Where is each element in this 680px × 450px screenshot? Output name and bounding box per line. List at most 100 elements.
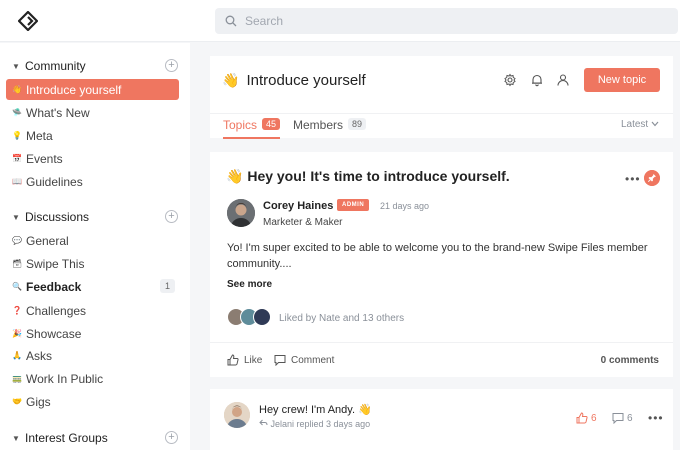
channel-emoji-icon: 🚃	[12, 374, 22, 383]
comments-count[interactable]: 0 comments	[601, 355, 659, 366]
channel-emoji-icon: 🎉	[12, 329, 22, 338]
sidebar-item-label: Showcase	[26, 326, 82, 341]
sidebar-item-asks[interactable]: 🙏 Asks	[6, 345, 179, 366]
sidebar-item-label: Meta	[26, 128, 53, 143]
comment-label: Comment	[291, 354, 335, 366]
more-options-icon[interactable]: •••	[648, 411, 664, 425]
post-list-item[interactable]: Hey crew! I'm Andy. 👋 Jelani replied 3 d…	[210, 389, 673, 450]
post-body: Yo! I'm super excited to be able to welc…	[227, 242, 648, 270]
sidebar-group-label: Community	[25, 59, 86, 73]
channel-emoji-icon: 🙏	[12, 351, 22, 360]
sort-label: Latest	[620, 119, 649, 130]
tab-bar: Topics 45 Members 89 Latest	[210, 113, 673, 139]
channel-emoji-icon: 🛸	[12, 108, 22, 117]
sidebar-item-events[interactable]: 📅 Events	[6, 148, 179, 169]
new-topic-button[interactable]: New topic	[584, 68, 660, 92]
sort-dropdown[interactable]: Latest	[621, 119, 659, 130]
channel-emoji-icon: 🤝	[12, 397, 22, 406]
sidebar-item-introduce-yourself[interactable]: 👋 Introduce yourself	[6, 79, 179, 100]
search-bar[interactable]	[215, 8, 678, 34]
sidebar-item-meta[interactable]: 💡 Meta	[6, 125, 179, 146]
like-button[interactable]: Like	[227, 354, 262, 366]
reply-text: Jelani replied 3 days ago	[270, 419, 371, 429]
liked-by-text[interactable]: Liked by Nate and 13 others	[279, 313, 404, 324]
like-button[interactable]: 6	[576, 412, 597, 424]
avatar	[253, 308, 271, 326]
avatar[interactable]	[227, 199, 255, 227]
liker-avatars[interactable]	[227, 308, 273, 328]
sidebar-group-label: Discussions	[25, 210, 90, 224]
reply-icon	[259, 419, 268, 426]
sidebar-item-showcase[interactable]: 🎉 Showcase	[6, 323, 179, 344]
sidebar-item-label: Work In Public	[26, 371, 104, 386]
sidebar-item-label: Gigs	[26, 394, 51, 409]
wave-emoji-icon: 👋	[222, 72, 240, 88]
post-timestamp: 21 days ago	[380, 201, 430, 211]
sidebar-item-label: General	[26, 233, 69, 248]
pinned-post-card: 👋 Hey you! It's time to introduce yourse…	[210, 152, 673, 377]
logo-icon[interactable]	[18, 11, 38, 31]
sidebar-group-label: Interest Groups	[25, 431, 108, 445]
sidebar-item-label: Swipe This	[26, 256, 85, 271]
avatar-image	[224, 402, 250, 428]
avatar[interactable]	[224, 402, 250, 428]
see-more-link[interactable]: See more	[227, 279, 272, 290]
sidebar-item-general[interactable]: 💬 General	[6, 230, 179, 251]
sidebar-group-interest-groups[interactable]: ▼ Interest Groups +	[12, 428, 182, 448]
sidebar-item-guidelines[interactable]: 📖 Guidelines	[6, 171, 179, 192]
thumbs-up-icon	[227, 354, 239, 366]
channel-emoji-icon: 🔍	[12, 282, 22, 291]
channel-emoji-icon: 🗃	[12, 259, 23, 268]
comment-count: 6	[627, 412, 633, 424]
tab-topics[interactable]: Topics 45	[223, 118, 281, 139]
channel-emoji-icon: 👋	[12, 85, 22, 94]
sidebar-item-gigs[interactable]: 🤝 Gigs	[6, 391, 179, 412]
sidebar-item-label: Events	[26, 151, 63, 166]
bell-icon[interactable]	[530, 73, 544, 87]
user-icon[interactable]	[556, 73, 570, 87]
reply-info: Jelani replied 3 days ago	[259, 419, 370, 429]
caret-down-icon: ▼	[12, 61, 20, 71]
sidebar-item-label: Guidelines	[26, 174, 83, 189]
sidebar-item-work-in-public[interactable]: 🚃 Work In Public	[6, 368, 179, 389]
post-actions: Like Comment 0 comments	[210, 342, 673, 377]
pin-icon[interactable]	[644, 170, 660, 186]
sidebar-item-feedback[interactable]: 🔍 Feedback 1	[6, 276, 179, 297]
channel-header: 👋 Introduce yourself New topic Topics 45…	[210, 56, 673, 139]
post-title-text: Hey you! It's time to introduce yourself…	[247, 168, 510, 184]
like-count: 6	[591, 412, 597, 424]
add-circle-icon[interactable]: +	[165, 59, 178, 72]
sidebar-item-whats-new[interactable]: 🛸 What's New	[6, 102, 179, 123]
tab-count-badge: 89	[348, 118, 367, 130]
gear-icon[interactable]	[503, 73, 517, 87]
search-input[interactable]	[245, 14, 645, 28]
sidebar-item-label: What's New	[26, 105, 90, 120]
sidebar: ▼ Community + 👋 Introduce yourself 🛸 Wha…	[0, 43, 190, 450]
sidebar-group-community[interactable]: ▼ Community +	[12, 56, 182, 76]
chevron-down-icon	[651, 121, 659, 127]
sidebar-group-discussions[interactable]: ▼ Discussions +	[12, 207, 182, 227]
sidebar-item-swipe-this[interactable]: 🗃 Swipe This	[6, 253, 179, 274]
sidebar-item-label: Feedback	[26, 279, 82, 294]
author-role: Marketer & Maker	[263, 217, 343, 228]
page-title-text: Introduce yourself	[246, 72, 366, 89]
author-name[interactable]: Corey Haines	[263, 200, 333, 212]
add-circle-icon[interactable]: +	[165, 431, 178, 444]
like-label: Like	[244, 354, 263, 366]
post-title[interactable]: 👋 Hey you! It's time to introduce yourse…	[226, 168, 510, 185]
comment-button[interactable]: 6	[612, 412, 633, 424]
channel-emoji-icon: 💬	[12, 236, 22, 245]
comment-button[interactable]: Comment	[274, 354, 334, 366]
add-circle-icon[interactable]: +	[165, 210, 178, 223]
post-title[interactable]: Hey crew! I'm Andy. 👋	[259, 403, 372, 416]
comment-icon	[274, 355, 286, 366]
tab-members[interactable]: Members 89	[293, 118, 367, 139]
avatar-image	[227, 199, 255, 227]
caret-down-icon: ▼	[12, 212, 20, 222]
thumbs-up-icon	[576, 412, 588, 424]
tab-label: Topics	[223, 118, 258, 132]
sidebar-item-challenges[interactable]: ❓ Challenges	[6, 300, 179, 321]
wave-emoji-icon: 👋	[226, 168, 244, 184]
page-title: 👋 Introduce yourself	[222, 72, 366, 89]
more-options-icon[interactable]: •••	[625, 172, 641, 186]
